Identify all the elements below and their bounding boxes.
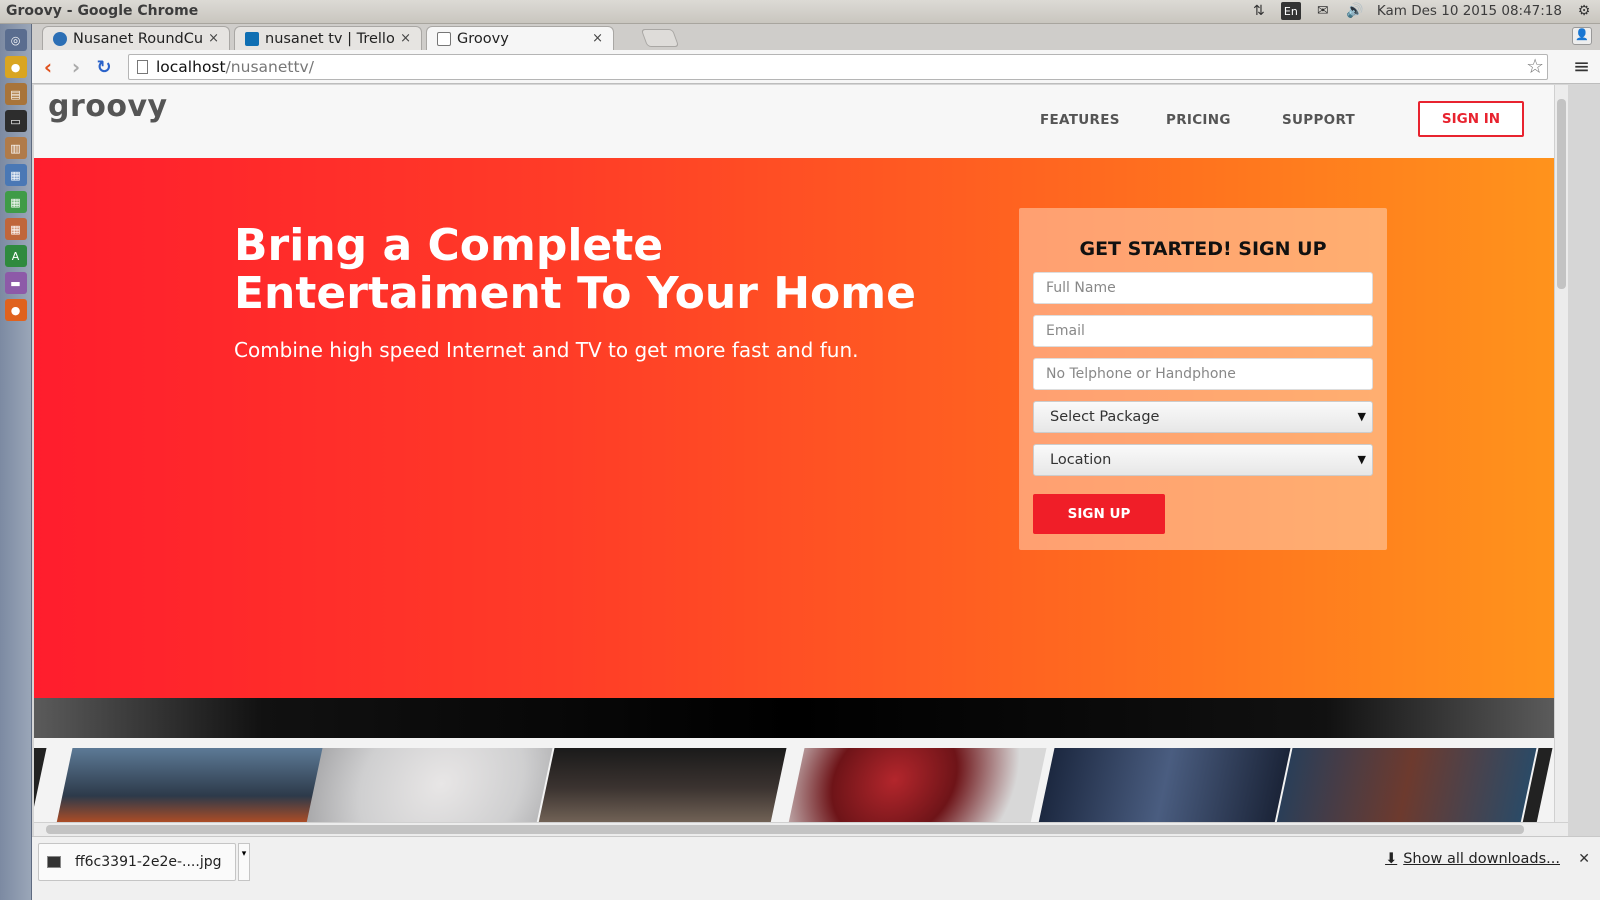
movie-poster[interactable]: [537, 748, 787, 822]
close-icon[interactable]: ×: [592, 31, 603, 46]
show-all-label: Show all downloads...: [1403, 851, 1560, 867]
movie-poster[interactable]: [787, 748, 1047, 822]
sign-up-button[interactable]: SIGN UP: [1033, 494, 1165, 534]
carousel-edge: [34, 748, 47, 822]
tab-strip: Nusanet RoundCube × nusanet tv | Trello …: [32, 24, 1600, 50]
tab-groovy[interactable]: Groovy ×: [426, 26, 614, 50]
download-options-button[interactable]: ▾: [238, 843, 250, 881]
hero-section: Bring a Complete Entertaiment To Your Ho…: [34, 158, 1554, 698]
phone-input[interactable]: [1033, 358, 1373, 390]
site-navbar: groovy FEATURES PRICING SUPPORT SIGN IN: [34, 85, 1554, 158]
media-launcher-icon[interactable]: ▬: [4, 272, 27, 294]
site-logo[interactable]: groovy: [48, 89, 168, 124]
url-path: /nusanettv/: [225, 58, 314, 76]
movie-carousel: [34, 738, 1554, 822]
close-icon[interactable]: ×: [208, 31, 219, 46]
url-host: localhost: [156, 58, 226, 76]
browser-toolbar: ‹ › ↻ localhost/nusanettv/ ☆ ≡: [32, 50, 1600, 84]
signup-heading: GET STARTED! SIGN UP: [1079, 238, 1327, 260]
scrollbar-thumb[interactable]: [46, 825, 1524, 834]
reload-icon[interactable]: ↻: [92, 55, 116, 79]
chrome-launcher-icon[interactable]: ●: [4, 56, 27, 78]
gear-icon[interactable]: ⚙: [1574, 2, 1594, 20]
writer-launcher-icon[interactable]: ▦: [4, 164, 27, 186]
terminal-launcher-icon[interactable]: ▭: [4, 110, 27, 132]
nav-pricing-link[interactable]: PRICING: [1166, 112, 1231, 128]
tab-roundcube[interactable]: Nusanet RoundCube ×: [42, 26, 230, 50]
location-select[interactable]: Location ▼: [1033, 444, 1373, 476]
location-select-value: Location: [1050, 452, 1112, 468]
download-arrow-icon: ⬇: [1385, 851, 1398, 867]
address-bar[interactable]: localhost/nusanettv/: [128, 54, 1548, 80]
movie-poster[interactable]: [1037, 748, 1291, 822]
chrome-menu-icon[interactable]: ≡: [1573, 54, 1590, 78]
show-all-downloads-link[interactable]: ⬇ Show all downloads...: [1385, 851, 1560, 867]
archive-launcher-icon[interactable]: ▥: [4, 137, 27, 159]
page-icon: [137, 60, 148, 74]
tab-trello[interactable]: nusanet tv | Trello ×: [234, 26, 422, 50]
os-top-bar: Groovy - Google Chrome ⇅ En ✉ 🔊 Kam Des …: [0, 0, 1600, 24]
download-item[interactable]: ff6c3391-2e2e-....jpg: [38, 843, 236, 881]
dash-icon[interactable]: ◎: [4, 29, 27, 51]
page-favicon-icon: [437, 31, 451, 46]
tab-label: Groovy: [457, 30, 509, 47]
sign-in-button[interactable]: SIGN IN: [1418, 101, 1524, 137]
full-name-input[interactable]: [1033, 272, 1373, 304]
package-select-value: Select Package: [1050, 409, 1160, 425]
movie-poster[interactable]: [55, 748, 325, 822]
volume-icon[interactable]: 🔊: [1345, 2, 1365, 20]
bookmark-star-icon[interactable]: ☆: [1526, 54, 1544, 78]
downloads-bar: ff6c3391-2e2e-....jpg ▾ ⬇ Show all downl…: [32, 836, 1600, 900]
calc-launcher-icon[interactable]: ▦: [4, 191, 27, 213]
firefox-launcher-icon[interactable]: ●: [4, 299, 27, 321]
hero-subtitle: Combine high speed Internet and TV to ge…: [234, 338, 859, 362]
roundcube-favicon-icon: [53, 31, 67, 46]
impress-launcher-icon[interactable]: ▦: [4, 218, 27, 240]
chevron-down-icon: ▼: [1357, 453, 1366, 466]
tab-label: nusanet tv | Trello: [265, 30, 395, 47]
movie-poster[interactable]: [1275, 748, 1537, 822]
download-filename: ff6c3391-2e2e-....jpg: [75, 854, 222, 870]
window-title: Groovy - Google Chrome: [6, 3, 199, 19]
close-icon[interactable]: ✕: [1578, 851, 1590, 867]
carousel-band: [34, 698, 1554, 738]
keyboard-layout-indicator[interactable]: En: [1280, 2, 1301, 20]
mail-icon[interactable]: ✉: [1313, 2, 1333, 20]
new-tab-button[interactable]: [640, 29, 680, 47]
email-input[interactable]: [1033, 315, 1373, 347]
page-viewport: groovy FEATURES PRICING SUPPORT SIGN IN …: [34, 85, 1554, 822]
close-icon[interactable]: ×: [400, 31, 411, 46]
signup-form: GET STARTED! SIGN UP Select Package ▼ Lo…: [1019, 208, 1387, 550]
forward-icon[interactable]: ›: [64, 55, 88, 79]
files-launcher-icon[interactable]: ▤: [4, 83, 27, 105]
back-icon[interactable]: ‹: [36, 55, 60, 79]
nav-support-link[interactable]: SUPPORT: [1282, 112, 1355, 128]
vertical-scrollbar[interactable]: [1554, 85, 1568, 822]
scrollbar-thumb[interactable]: [1557, 99, 1566, 289]
system-tray: ⇅ En ✉ 🔊 Kam Des 10 2015 08:47:18 ⚙: [1249, 2, 1594, 20]
trello-favicon-icon: [245, 31, 259, 46]
hero-title: Bring a Complete Entertaiment To Your Ho…: [234, 220, 916, 319]
nav-features-link[interactable]: FEATURES: [1040, 112, 1120, 128]
tab-label: Nusanet RoundCube: [73, 30, 202, 47]
software-center-icon[interactable]: A: [4, 245, 27, 267]
movie-poster[interactable]: [305, 748, 553, 822]
launcher: ◎ ● ▤ ▭ ▥ ▦ ▦ ▦ A ▬ ●: [0, 24, 32, 900]
chevron-down-icon: ▼: [1357, 410, 1366, 423]
profile-icon[interactable]: 👤: [1572, 27, 1592, 45]
horizontal-scrollbar[interactable]: [34, 822, 1568, 836]
package-select[interactable]: Select Package ▼: [1033, 401, 1373, 433]
image-file-icon: [47, 856, 61, 868]
network-icon[interactable]: ⇅: [1249, 2, 1269, 20]
clock[interactable]: Kam Des 10 2015 08:47:18: [1377, 3, 1562, 19]
